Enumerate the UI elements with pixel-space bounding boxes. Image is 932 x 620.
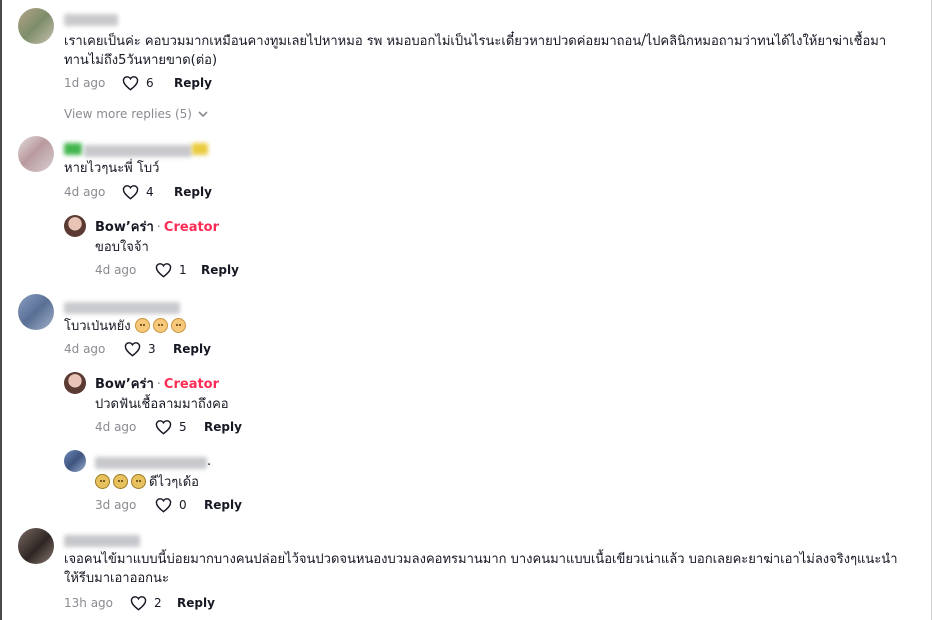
username-redacted[interactable] (95, 457, 207, 469)
sad-face-emoji (113, 474, 128, 489)
like-count: 2 (154, 596, 162, 610)
creator-author-line: Bow’คร่า · Creator (95, 219, 219, 237)
separator-dot: · (156, 377, 161, 392)
timestamp: 4d ago (64, 342, 106, 356)
comment-text-continued: ทานไม่ถึง5วันหายขาด(ต่อ) (64, 53, 218, 68)
username-emoji-redacted (192, 143, 208, 155)
username-redacted[interactable] (64, 302, 180, 314)
comments-panel: เราเคยเป็นค่ะ คอบวมมากเหมือนคางทูมเลยไปห… (0, 0, 932, 620)
timestamp: 4d ago (95, 420, 137, 434)
sweat-smile-emoji (170, 318, 186, 333)
username-redacted[interactable] (64, 14, 118, 26)
reply-button[interactable]: Reply (201, 261, 239, 279)
sweat-smile-emoji (152, 318, 168, 333)
reply-button[interactable]: Reply (204, 418, 242, 436)
like-count: 1 (179, 263, 187, 277)
comment-meta: 13h ago 2 Reply (64, 594, 215, 612)
view-more-label: View more replies (5) (64, 107, 192, 121)
reply-text: ปวดฟันเชื้อลามมาถึงคอ (95, 397, 229, 412)
comment-text: หายไวๆนะพี่ โบว์ (64, 161, 160, 176)
chevron-down-icon (198, 110, 208, 117)
heart-icon[interactable] (124, 341, 141, 357)
like-count: 4 (146, 185, 154, 199)
creator-badge: Creator (163, 220, 220, 235)
reply-button[interactable]: Reply (174, 74, 212, 92)
view-more-replies-button[interactable]: View more replies (5) (64, 105, 208, 123)
creator-name[interactable]: Bow’คร่า (95, 377, 154, 392)
sad-face-emoji (131, 474, 146, 489)
avatar[interactable] (18, 294, 54, 330)
like-count: 3 (148, 342, 156, 356)
avatar[interactable] (64, 450, 86, 472)
like-button[interactable]: 4 (122, 183, 174, 201)
sweat-smile-emoji (134, 318, 150, 333)
creator-author-line: Bow’คร่า · Creator (95, 376, 219, 394)
timestamp: 13h ago (64, 596, 114, 610)
timestamp: 3d ago (95, 498, 137, 512)
reply-text: ดีไวๆเด้อ (95, 472, 199, 493)
comment-meta: 4d ago 3 Reply (64, 340, 211, 358)
comment-meta: 4d ago 4 Reply (64, 183, 212, 201)
like-button[interactable]: 5 (155, 418, 204, 436)
window-left-edge (0, 0, 2, 620)
username-redacted[interactable] (64, 143, 82, 155)
comment-meta: 1d ago 6 Reply (64, 74, 212, 92)
comment-text-body: โบวเป่นหยัง (64, 319, 131, 334)
like-button[interactable]: 6 (122, 74, 174, 92)
separator-dot: · (156, 220, 161, 235)
comment-text: เราเคยเป็นค่ะ คอบวมมากเหมือนคางทูมเลยไปห… (64, 34, 887, 49)
creator-badge: Creator (163, 377, 220, 392)
username-redacted[interactable] (64, 535, 140, 547)
heart-icon[interactable] (155, 497, 172, 513)
creator-avatar[interactable] (64, 215, 86, 237)
reply-text-body: ดีไวๆเด้อ (149, 475, 199, 490)
reply-meta: 4d ago 5 Reply (95, 418, 242, 436)
comment-text: เจอคนไข้มาแบบนี้บ่อยมากบางคนปล่อยไว้จนปว… (64, 552, 898, 567)
creator-avatar[interactable] (64, 372, 86, 394)
reply-text: ขอบใจจ้า (95, 240, 149, 255)
timestamp: 4d ago (64, 185, 106, 199)
like-button[interactable]: 3 (124, 340, 173, 358)
timestamp: 4d ago (95, 263, 137, 277)
reply-button[interactable]: Reply (204, 496, 242, 514)
reply-button[interactable]: Reply (177, 594, 215, 612)
heart-icon[interactable] (155, 419, 172, 435)
sad-face-emoji (95, 474, 110, 489)
reply-button[interactable]: Reply (173, 340, 211, 358)
timestamp: 1d ago (64, 76, 106, 90)
username-suffix: . (207, 454, 212, 469)
like-count: 6 (146, 76, 154, 90)
like-button[interactable]: 1 (155, 261, 201, 279)
heart-icon[interactable] (122, 184, 139, 200)
reply-meta: 4d ago 1 Reply (95, 261, 239, 279)
like-button[interactable]: 0 (155, 496, 204, 514)
comment-text: โบวเป่นหยัง (64, 316, 189, 337)
avatar[interactable] (18, 8, 54, 44)
comment-text-continued: ให้รีบมาเอาออกนะ (64, 571, 169, 586)
heart-icon[interactable] (122, 75, 139, 91)
avatar[interactable] (18, 528, 54, 564)
username-redacted-tail (84, 145, 192, 157)
like-count: 5 (179, 420, 187, 434)
heart-icon[interactable] (155, 262, 172, 278)
like-count: 0 (179, 498, 187, 512)
heart-icon[interactable] (130, 595, 147, 611)
reply-meta: 3d ago 0 Reply (95, 496, 242, 514)
creator-name[interactable]: Bow’คร่า (95, 220, 154, 235)
reply-button[interactable]: Reply (174, 183, 212, 201)
avatar[interactable] (18, 136, 54, 172)
like-button[interactable]: 2 (130, 594, 177, 612)
